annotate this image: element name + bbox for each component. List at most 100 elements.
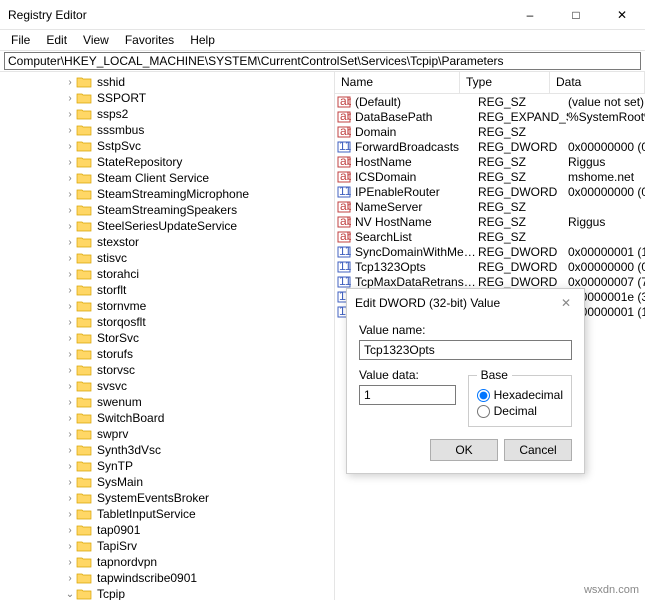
expand-icon[interactable]: › [64,413,76,424]
expand-icon[interactable]: › [64,157,76,168]
tree-item[interactable]: ⌄Tcpip [0,586,334,600]
tree-item[interactable]: ›ssps2 [0,106,334,122]
registry-value-row[interactable]: abSearchListREG_SZ [335,229,645,244]
expand-icon[interactable]: › [64,525,76,536]
maximize-button[interactable]: □ [553,0,599,29]
tree-item[interactable]: ›sssmbus [0,122,334,138]
tree-item[interactable]: ›swenum [0,394,334,410]
expand-icon[interactable]: › [64,285,76,296]
tree-item[interactable]: ›Steam Client Service [0,170,334,186]
registry-value-row[interactable]: 110ForwardBroadcastsREG_DWORD0x00000000 … [335,139,645,154]
tree-item[interactable]: ›SteamStreamingSpeakers [0,202,334,218]
expand-icon[interactable]: › [64,93,76,104]
expand-icon[interactable]: › [64,141,76,152]
tree-item[interactable]: ›storvsc [0,362,334,378]
expand-icon[interactable]: › [64,333,76,344]
expand-icon[interactable]: › [64,189,76,200]
tree-pane[interactable]: ›sshid›SSPORT›ssps2›sssmbus›SstpSvc›Stat… [0,72,335,600]
registry-value-row[interactable]: abDomainREG_SZ [335,124,645,139]
tree-item[interactable]: ›storflt [0,282,334,298]
expand-icon[interactable]: › [64,317,76,328]
collapse-icon[interactable]: ⌄ [64,589,76,600]
tree-item[interactable]: ›SystemEventsBroker [0,490,334,506]
decimal-radio[interactable] [477,405,490,418]
tree-item[interactable]: ›StorSvc [0,330,334,346]
menu-help[interactable]: Help [183,31,222,49]
address-input[interactable] [4,52,641,70]
cancel-button[interactable]: Cancel [504,439,572,461]
expand-icon[interactable]: › [64,429,76,440]
expand-icon[interactable]: › [64,365,76,376]
tree-item[interactable]: ›stornvme [0,298,334,314]
registry-value-row[interactable]: abDataBasePathREG_EXPAND_SZ%SystemRoot%\… [335,109,645,124]
registry-value-row[interactable]: 110Tcp1323OptsREG_DWORD0x00000000 (0) [335,259,645,274]
tree-item[interactable]: ›SysMain [0,474,334,490]
expand-icon[interactable]: › [64,573,76,584]
expand-icon[interactable]: › [64,397,76,408]
expand-icon[interactable]: › [64,493,76,504]
ok-button[interactable]: OK [430,439,498,461]
tree-item[interactable]: ›stexstor [0,234,334,250]
tree-item[interactable]: ›SSPORT [0,90,334,106]
registry-value-row[interactable]: 110SyncDomainWithMembersh...REG_DWORD0x0… [335,244,645,259]
minimize-button[interactable]: – [507,0,553,29]
expand-icon[interactable]: › [64,205,76,216]
tree-item[interactable]: ›tap0901 [0,522,334,538]
menu-favorites[interactable]: Favorites [118,31,181,49]
tree-item[interactable]: ›tapnordvpn [0,554,334,570]
close-button[interactable]: ✕ [599,0,645,29]
registry-value-row[interactable]: 110TcpMaxDataRetransmissionsREG_DWORD0x0… [335,274,645,289]
hexadecimal-radio[interactable] [477,389,490,402]
expand-icon[interactable]: › [64,509,76,520]
expand-icon[interactable]: › [64,173,76,184]
menu-file[interactable]: File [4,31,37,49]
expand-icon[interactable]: › [64,349,76,360]
registry-value-row[interactable]: 110IPEnableRouterREG_DWORD0x00000000 (0) [335,184,645,199]
expand-icon[interactable]: › [64,269,76,280]
registry-value-row[interactable]: abHostNameREG_SZRiggus [335,154,645,169]
column-header-type[interactable]: Type [460,72,550,93]
value-name-input[interactable] [359,340,572,360]
expand-icon[interactable]: › [64,221,76,232]
registry-value-row[interactable]: ab(Default)REG_SZ(value not set) [335,94,645,109]
column-header-data[interactable]: Data [550,72,645,93]
expand-icon[interactable]: › [64,237,76,248]
expand-icon[interactable]: › [64,301,76,312]
tree-item[interactable]: ›SstpSvc [0,138,334,154]
tree-item[interactable]: ›SteelSeriesUpdateService [0,218,334,234]
tree-item[interactable]: ›storahci [0,266,334,282]
tree-item[interactable]: ›SteamStreamingMicrophone [0,186,334,202]
tree-item[interactable]: ›swprv [0,426,334,442]
expand-icon[interactable]: › [64,253,76,264]
tree-item[interactable]: ›storufs [0,346,334,362]
expand-icon[interactable]: › [64,541,76,552]
expand-icon[interactable]: › [64,557,76,568]
tree-item[interactable]: ›SynTP [0,458,334,474]
dialog-close-icon[interactable]: ✕ [556,296,576,310]
expand-icon[interactable]: › [64,109,76,120]
tree-item[interactable]: ›TabletInputService [0,506,334,522]
column-header-name[interactable]: Name [335,72,460,93]
tree-item[interactable]: ›SwitchBoard [0,410,334,426]
tree-item[interactable]: ›tapwindscribe0901 [0,570,334,586]
expand-icon[interactable]: › [64,381,76,392]
expand-icon[interactable]: › [64,125,76,136]
tree-item[interactable]: ›StateRepository [0,154,334,170]
tree-item[interactable]: ›storqosflt [0,314,334,330]
tree-item[interactable]: ›Synth3dVsc [0,442,334,458]
value-data-input[interactable] [359,385,456,405]
string-value-icon: ab [337,110,353,124]
menu-view[interactable]: View [76,31,116,49]
menu-edit[interactable]: Edit [39,31,74,49]
tree-item[interactable]: ›stisvc [0,250,334,266]
tree-item[interactable]: ›svsvc [0,378,334,394]
registry-value-row[interactable]: abICSDomainREG_SZmshome.net [335,169,645,184]
expand-icon[interactable]: › [64,77,76,88]
expand-icon[interactable]: › [64,445,76,456]
registry-value-row[interactable]: abNameServerREG_SZ [335,199,645,214]
expand-icon[interactable]: › [64,477,76,488]
tree-item[interactable]: ›sshid [0,74,334,90]
expand-icon[interactable]: › [64,461,76,472]
tree-item[interactable]: ›TapiSrv [0,538,334,554]
registry-value-row[interactable]: abNV HostNameREG_SZRiggus [335,214,645,229]
